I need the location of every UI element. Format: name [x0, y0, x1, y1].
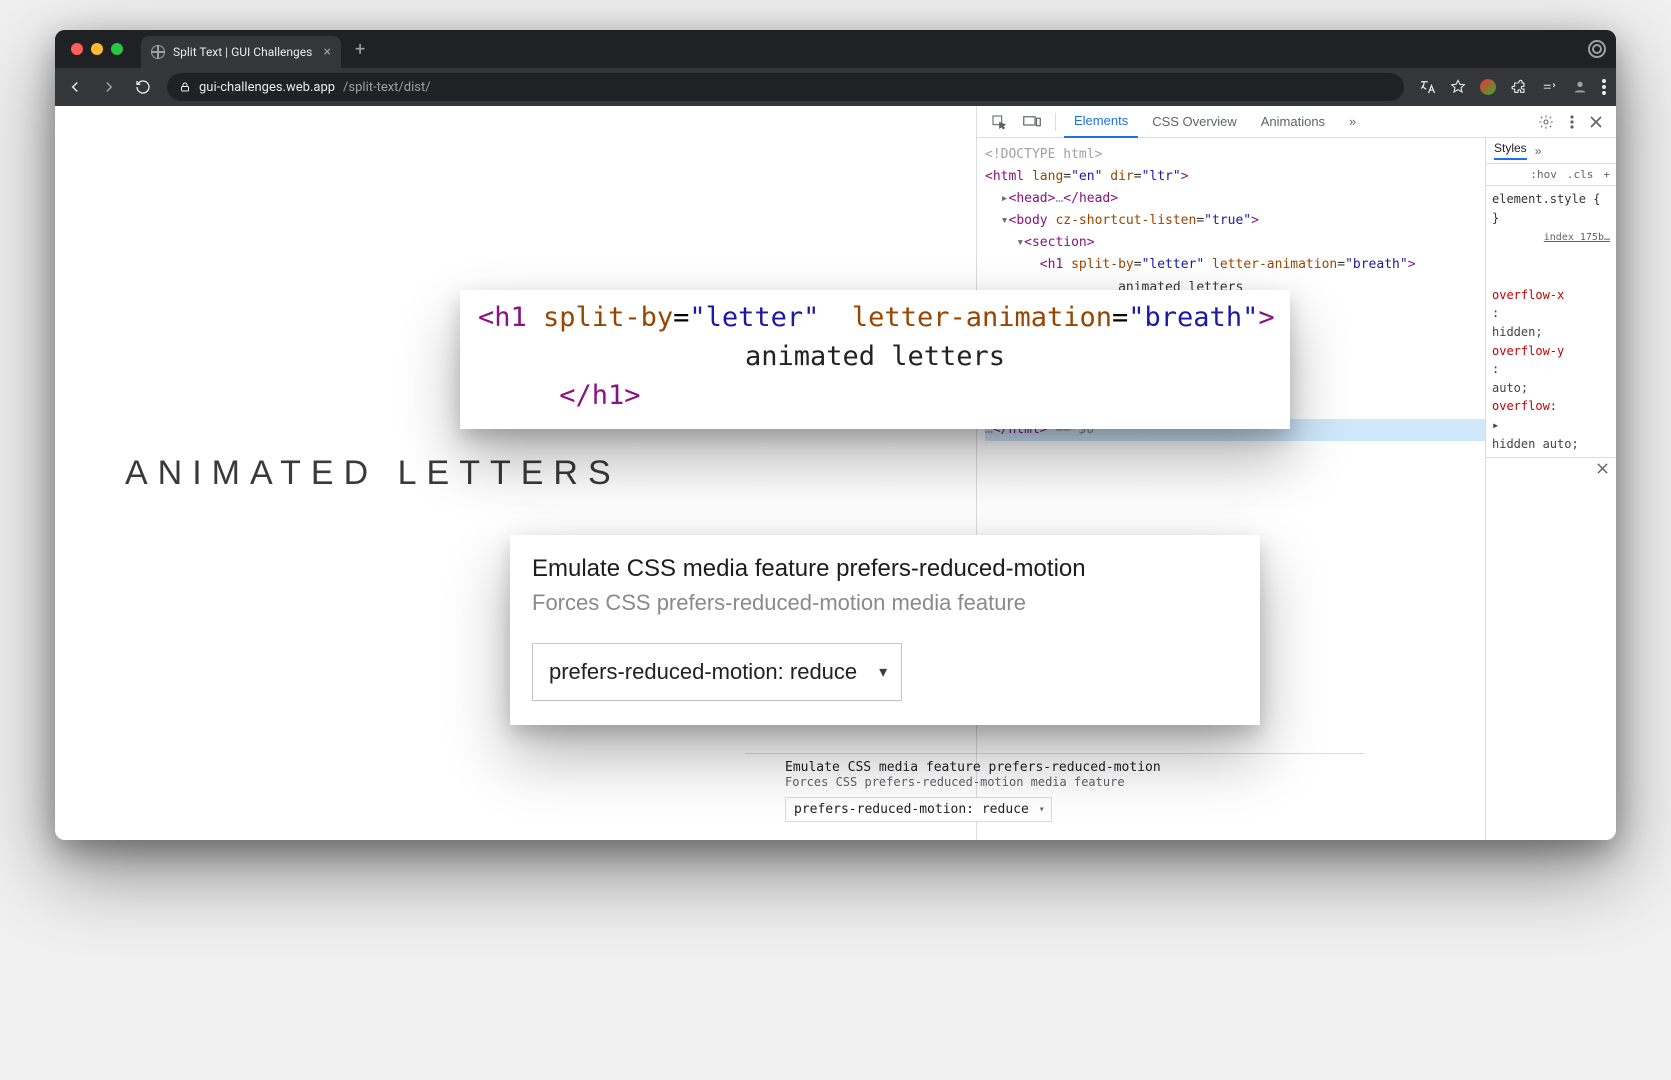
- styles-pane: Styles » :hov .cls + element.style { } i…: [1486, 138, 1616, 840]
- tab-styles[interactable]: Styles: [1494, 141, 1527, 160]
- divider: [1055, 113, 1056, 131]
- styles-tabs: Styles »: [1486, 138, 1616, 164]
- zoom-rendering-callout: Emulate CSS media feature prefers-reduce…: [510, 535, 1260, 725]
- media-icon[interactable]: [1540, 80, 1558, 94]
- maximize-window-button[interactable]: [111, 43, 123, 55]
- zoom-code-callout: <h1 split-by="letter" letter-animation="…: [460, 290, 1290, 429]
- zoom-rendering-select[interactable]: prefers-reduced-motion: reduce: [532, 643, 902, 701]
- settings-gear-icon[interactable]: [1532, 110, 1560, 134]
- devtools-kebab-icon[interactable]: [1564, 111, 1580, 133]
- rendering-title: Emulate CSS media feature prefers-reduce…: [785, 760, 1325, 775]
- zoom-rendering-subtitle: Forces CSS prefers-reduced-motion media …: [532, 587, 1238, 619]
- close-tab-button[interactable]: ×: [324, 45, 331, 59]
- profile-icon[interactable]: [1588, 40, 1606, 58]
- drawer-close-row: [1486, 457, 1616, 479]
- doctype-line: <!DOCTYPE html>: [985, 147, 1102, 162]
- drawer-close-icon[interactable]: [1597, 463, 1608, 474]
- content-area: ANIMATED LETTERS Elements CSS Overview A…: [55, 106, 1616, 840]
- zoom-rendering-title: Emulate CSS media feature prefers-reduce…: [532, 553, 1238, 585]
- styles-more[interactable]: »: [1535, 144, 1542, 158]
- new-rule-button[interactable]: +: [1603, 168, 1610, 181]
- zoom-rendering-select-value: prefers-reduced-motion: reduce: [549, 656, 857, 688]
- body-line[interactable]: ▾<body cz-shortcut-listen="true">: [985, 210, 1485, 232]
- bookmark-star-icon[interactable]: [1450, 79, 1466, 95]
- rule-element-style: element.style {: [1492, 190, 1610, 209]
- url-host: gui-challenges.web.app: [199, 80, 335, 95]
- h1-open-line[interactable]: <h1 split-by="letter" letter-animation="…: [985, 254, 1485, 276]
- url-path: /split-text/dist/: [343, 80, 431, 95]
- lock-icon: [179, 81, 191, 93]
- page-viewport: ANIMATED LETTERS: [55, 106, 976, 840]
- browser-tab[interactable]: Split Text | GUI Challenges ×: [141, 36, 341, 68]
- head-line[interactable]: ▸<head>…</head>: [985, 188, 1485, 210]
- prop-overflow-x: overflow-x : hidden;: [1492, 286, 1610, 342]
- devtools-panel: Elements CSS Overview Animations » <!: [976, 106, 1616, 840]
- rendering-subtitle: Forces CSS prefers-reduced-motion media …: [785, 775, 1325, 789]
- extension-icon[interactable]: [1480, 79, 1496, 95]
- tab-title: Split Text | GUI Challenges: [173, 45, 312, 59]
- devtools-body: <!DOCTYPE html> <html lang="en" dir="ltr…: [977, 138, 1616, 840]
- html-open-line[interactable]: <html lang="en" dir="ltr">: [985, 166, 1485, 188]
- rendering-drawer: Emulate CSS media feature prefers-reduce…: [745, 753, 1365, 832]
- reload-button[interactable]: [133, 79, 153, 95]
- cls-toggle[interactable]: .cls: [1567, 168, 1594, 181]
- tab-css-overview[interactable]: CSS Overview: [1142, 106, 1247, 138]
- minimize-window-button[interactable]: [91, 43, 103, 55]
- hov-toggle[interactable]: :hov: [1530, 168, 1557, 181]
- zoom-h1-close: </h1>: [478, 376, 1272, 415]
- back-button[interactable]: [65, 78, 85, 96]
- tab-elements[interactable]: Elements: [1064, 106, 1138, 138]
- kebab-menu-button[interactable]: [1602, 79, 1606, 95]
- styles-toolbar: :hov .cls +: [1486, 164, 1616, 186]
- prop-overflow: overflow: ▸ hidden auto;: [1492, 397, 1610, 453]
- new-tab-button[interactable]: +: [349, 39, 371, 60]
- source-link[interactable]: index 175b…: [1544, 232, 1610, 243]
- extensions-puzzle-icon[interactable]: [1510, 79, 1526, 95]
- hero-heading: ANIMATED LETTERS: [125, 454, 621, 493]
- zoom-h1-text: animated letters: [478, 337, 1272, 376]
- address-bar: gui-challenges.web.app/split-text/dist/: [55, 68, 1616, 106]
- window-controls: [71, 43, 123, 55]
- styles-rules[interactable]: element.style { } index 175b… overflow-x…: [1486, 186, 1616, 457]
- forward-button[interactable]: [99, 78, 119, 96]
- tab-animations[interactable]: Animations: [1251, 106, 1335, 138]
- toolbar-extensions: [1418, 78, 1606, 96]
- close-window-button[interactable]: [71, 43, 83, 55]
- extension-avatar-icon[interactable]: [1572, 79, 1588, 95]
- rendering-select[interactable]: prefers-reduced-motion: reduce: [785, 797, 1052, 822]
- device-toggle-icon[interactable]: [1017, 111, 1047, 133]
- prop-overflow-y: overflow-y : auto;: [1492, 342, 1610, 398]
- translate-icon[interactable]: [1418, 78, 1436, 96]
- zoom-h1-open: <h1 split-by="letter" letter-animation="…: [478, 298, 1272, 337]
- devtools-close-icon[interactable]: [1584, 112, 1608, 132]
- tabs-overflow[interactable]: »: [1339, 106, 1366, 138]
- section-line[interactable]: ▾<section>: [985, 232, 1485, 254]
- devtools-tab-bar: Elements CSS Overview Animations »: [977, 106, 1616, 138]
- tab-strip: Split Text | GUI Challenges × +: [55, 30, 1616, 68]
- inspect-element-icon[interactable]: [985, 110, 1013, 134]
- rule-element-style-close: }: [1492, 209, 1610, 228]
- url-field[interactable]: gui-challenges.web.app/split-text/dist/: [167, 73, 1404, 101]
- dom-tree[interactable]: <!DOCTYPE html> <html lang="en" dir="ltr…: [977, 138, 1486, 840]
- favicon-globe-icon: [151, 45, 165, 59]
